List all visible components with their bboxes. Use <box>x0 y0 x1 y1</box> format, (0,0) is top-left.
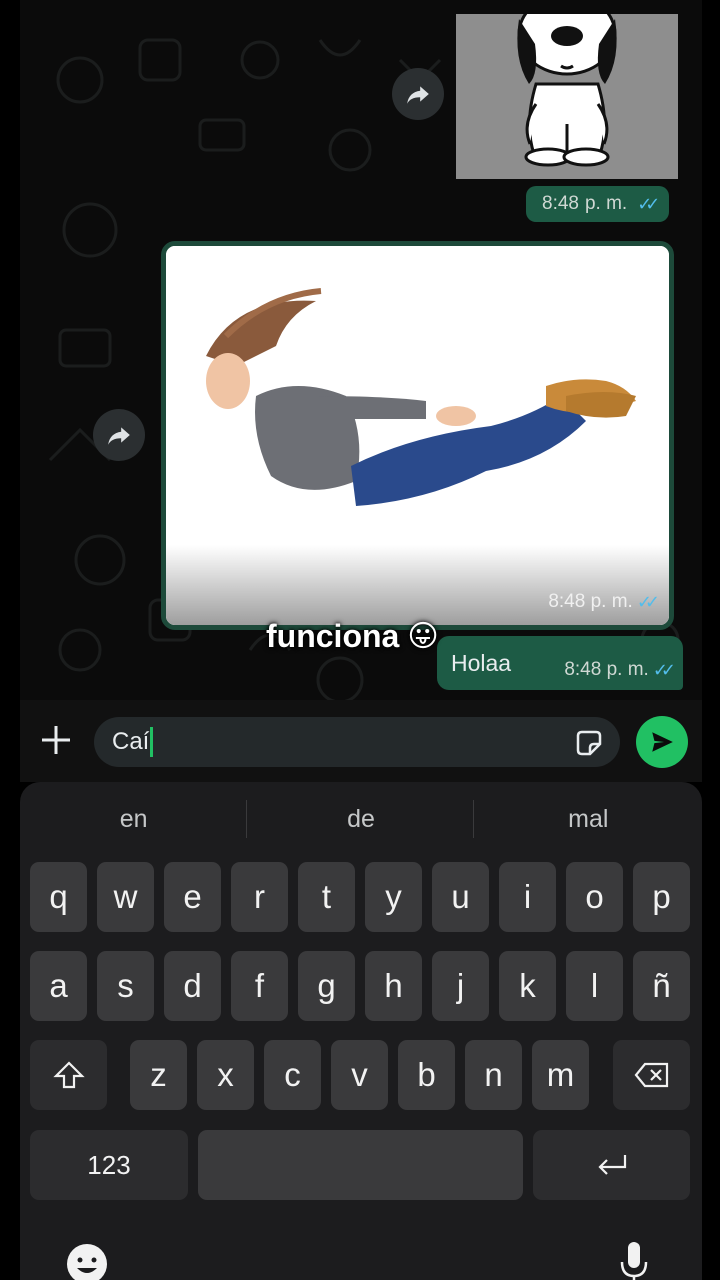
message-text: Holaa <box>451 649 512 676</box>
message-timestamp: 8:48 p. m. ✓✓ <box>526 186 670 222</box>
return-key[interactable] <box>533 1130 690 1200</box>
forward-button[interactable] <box>93 409 145 461</box>
key-n[interactable]: n <box>465 1040 522 1110</box>
timestamp-time: 8:48 <box>564 659 602 680</box>
message-timestamp: 8:48 p. m. ✓✓ <box>564 645 676 681</box>
keyboard: en de mal 123 qwertyuiop asdfghjklñ zxcvbn… <box>20 782 702 1280</box>
key-j[interactable]: j <box>432 951 489 1021</box>
key-v[interactable]: v <box>331 1040 388 1110</box>
image-message-snoopy[interactable] <box>456 14 678 179</box>
key-g[interactable]: g <box>298 951 355 1021</box>
sticker-icon[interactable] <box>574 728 604 758</box>
key-d[interactable]: d <box>164 951 221 1021</box>
key-a[interactable]: a <box>30 951 87 1021</box>
forward-icon <box>108 427 130 445</box>
shift-key[interactable] <box>30 1040 107 1110</box>
key-k[interactable]: k <box>499 951 556 1021</box>
key-o[interactable]: o <box>566 862 623 932</box>
key-i[interactable]: i <box>499 862 556 932</box>
suggestion-divider <box>246 800 247 838</box>
backspace-icon <box>634 1062 668 1088</box>
microphone-icon[interactable] <box>618 1240 650 1280</box>
key-s[interactable]: s <box>97 951 154 1021</box>
overlay-caption: funciona 😛 <box>266 618 439 655</box>
message-input[interactable]: Caí <box>94 717 620 767</box>
read-ticks-icon: ✓✓ <box>636 591 660 612</box>
read-ticks-icon: ✓✓ <box>652 659 676 680</box>
image-bottom-shade <box>166 545 669 625</box>
forward-icon <box>407 86 429 104</box>
key-p[interactable]: p <box>633 862 690 932</box>
tongue-emoji-icon: 😛 <box>407 620 439 653</box>
suggestion-divider <box>473 800 474 838</box>
keyboard-bottom-bar <box>20 1236 702 1280</box>
suggestion-item[interactable]: mal <box>475 805 702 834</box>
key-y[interactable]: y <box>365 862 422 932</box>
text-caret <box>150 727 154 757</box>
timestamp-ampm: p. m. <box>606 659 649 680</box>
overlay-caption-text: funciona <box>266 618 400 654</box>
numbers-key[interactable]: 123 <box>30 1130 188 1200</box>
timestamp-ampm: p. m. <box>584 193 628 214</box>
image-message-photo[interactable]: 8:48 p. m. ✓✓ <box>161 241 674 630</box>
read-ticks-icon: ✓✓ <box>637 193 660 214</box>
key-c[interactable]: c <box>264 1040 321 1110</box>
timestamp-time: 8:48 <box>548 591 586 612</box>
plus-icon[interactable] <box>38 722 74 758</box>
backspace-key[interactable] <box>613 1040 690 1110</box>
key-x[interactable]: x <box>197 1040 254 1110</box>
key-r[interactable]: r <box>231 862 288 932</box>
message-timestamp: 8:48 p. m. ✓✓ <box>548 591 660 613</box>
text-message[interactable]: Holaa 8:48 p. m. ✓✓ <box>437 636 683 690</box>
key-e[interactable]: e <box>164 862 221 932</box>
chat-area: 8:48 p. m. ✓✓ 8:48 p. m. ✓✓ Holaa 8:48 p… <box>20 0 702 700</box>
suggestion-item[interactable]: de <box>247 805 474 834</box>
send-icon <box>652 732 673 752</box>
key-q[interactable]: q <box>30 862 87 932</box>
snoopy-image <box>456 14 678 179</box>
forward-button[interactable] <box>392 68 444 120</box>
return-icon <box>597 1155 626 1175</box>
key-w[interactable]: w <box>97 862 154 932</box>
emoji-icon[interactable] <box>65 1242 109 1280</box>
key-h[interactable]: h <box>365 951 422 1021</box>
key-t[interactable]: t <box>298 862 355 932</box>
timestamp-time: 8:48 <box>542 193 579 214</box>
key-m[interactable]: m <box>532 1040 589 1110</box>
key-b[interactable]: b <box>398 1040 455 1110</box>
key-f[interactable]: f <box>231 951 288 1021</box>
key-u[interactable]: u <box>432 862 489 932</box>
key-ñ[interactable]: ñ <box>633 951 690 1021</box>
suggestion-item[interactable]: en <box>20 805 247 834</box>
space-key[interactable] <box>198 1130 523 1200</box>
key-l[interactable]: l <box>566 951 623 1021</box>
suggestion-bar: en de mal <box>20 782 702 856</box>
shift-icon <box>52 1061 85 1089</box>
send-button[interactable] <box>636 716 688 768</box>
key-z[interactable]: z <box>130 1040 187 1110</box>
composer-bar: Caí <box>20 700 702 782</box>
message-input-value: Caí <box>112 728 150 755</box>
timestamp-ampm: p. m. <box>590 591 633 612</box>
